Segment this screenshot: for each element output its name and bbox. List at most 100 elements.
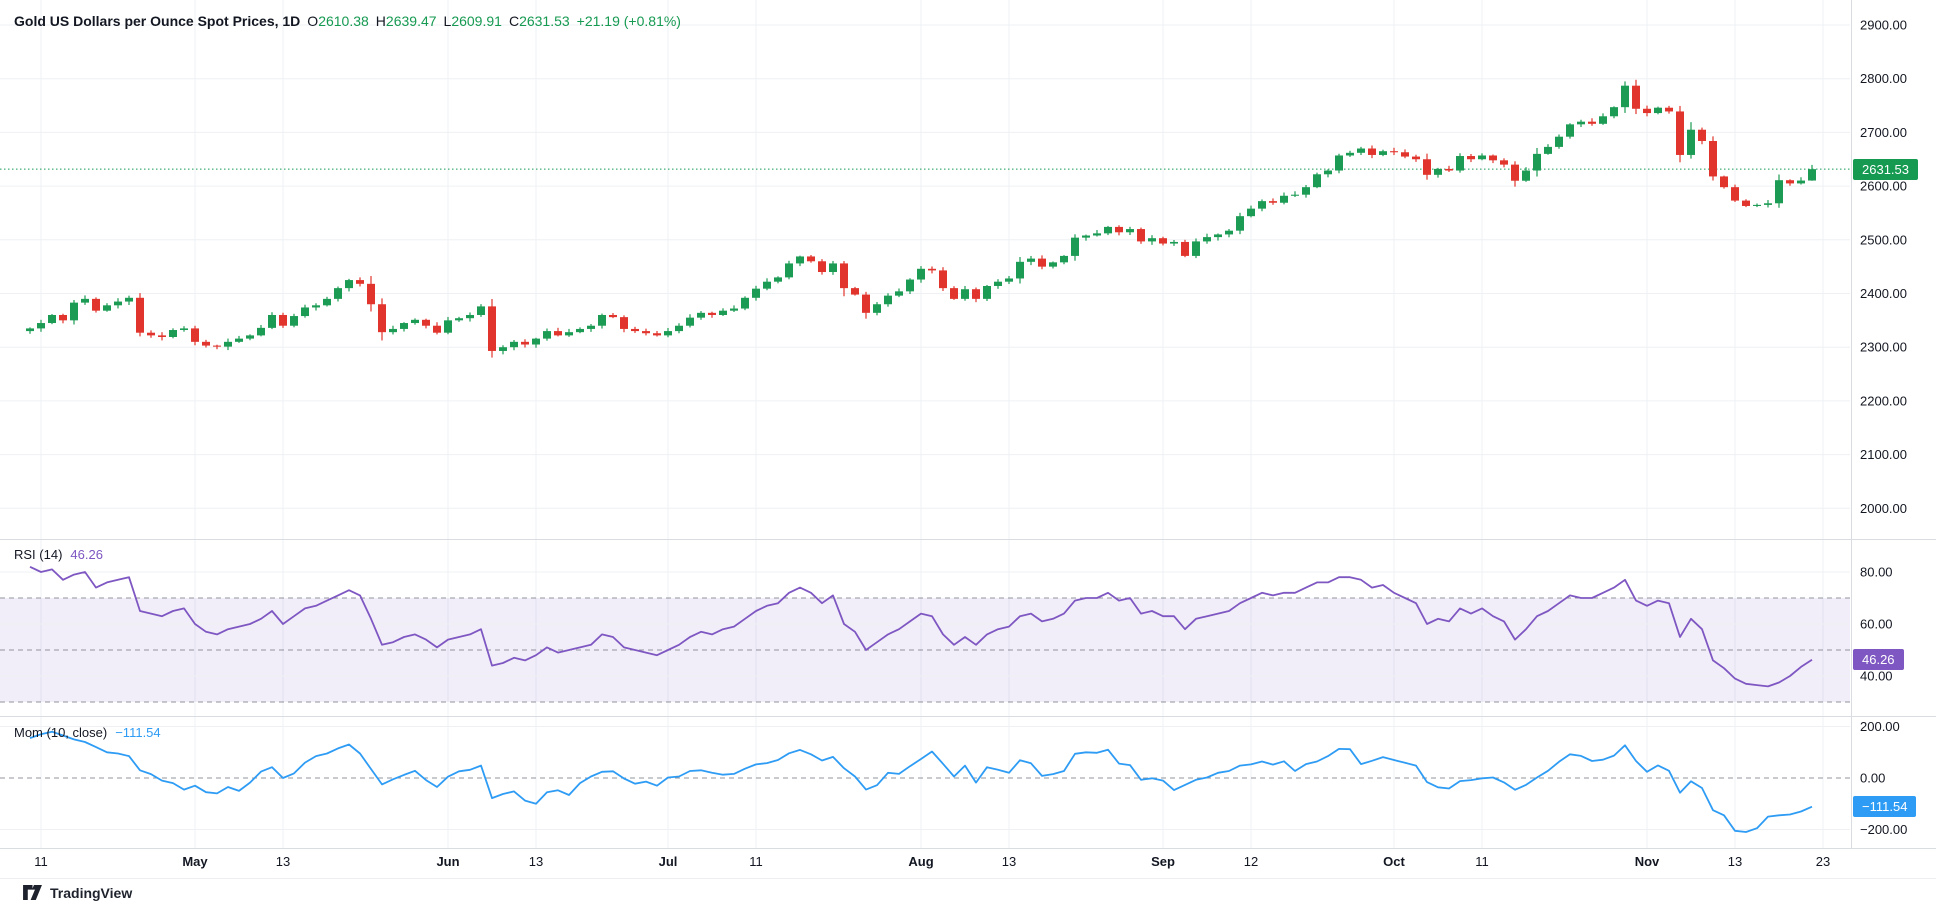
candle-body	[1764, 203, 1772, 205]
candle-body	[1225, 231, 1233, 235]
candle-body	[367, 284, 375, 304]
candle-body	[202, 342, 210, 346]
candle-body	[1412, 157, 1420, 160]
candle-body	[1533, 154, 1541, 171]
candle-body	[1709, 141, 1717, 176]
candle-body	[928, 269, 936, 271]
mom-legend-name: Mom (10, close)	[14, 725, 107, 740]
candle-body	[246, 335, 254, 338]
candle-body	[741, 298, 749, 309]
candle-body	[796, 256, 804, 263]
candle-body	[1555, 137, 1563, 147]
candle-body	[378, 304, 386, 332]
candle-body	[807, 256, 815, 261]
candle-body	[686, 318, 694, 326]
candle-body	[268, 315, 276, 328]
candle-body	[1577, 122, 1585, 125]
candle-body	[1742, 201, 1750, 206]
candle-body	[1489, 155, 1497, 160]
candle-body	[1467, 156, 1475, 159]
candle-body	[543, 331, 551, 339]
ohlc-open: O2610.38	[307, 13, 369, 29]
candle-body	[1511, 165, 1519, 181]
last-price-badge: 2631.53	[1853, 159, 1918, 180]
candle-body	[1192, 241, 1200, 255]
candle-body	[1731, 187, 1739, 200]
candle-body	[1390, 151, 1398, 152]
candle-body	[1379, 151, 1387, 155]
candle-body	[37, 323, 45, 328]
candle-body	[1335, 155, 1343, 170]
ohlc-low: L2609.91	[444, 13, 502, 29]
candle-body	[895, 291, 903, 295]
candle-body	[1698, 130, 1706, 141]
candle-body	[235, 339, 243, 342]
candle-body	[1544, 147, 1552, 154]
candle-body	[1808, 169, 1816, 180]
candle-body	[1159, 238, 1167, 243]
candle-body	[1027, 259, 1035, 262]
mom-value-badge: −111.54	[1853, 796, 1916, 817]
candle-body	[1775, 180, 1783, 203]
rsi-legend-value: 46.26	[70, 547, 103, 562]
candle-body	[70, 303, 78, 321]
candle-body	[719, 311, 727, 315]
candle-body	[664, 331, 672, 335]
candle-body	[1247, 209, 1255, 217]
candle-body	[290, 316, 298, 326]
candle-body	[1170, 242, 1178, 244]
candle-body	[774, 277, 782, 281]
candle-body	[1324, 171, 1332, 175]
candle-body	[1621, 86, 1629, 107]
candle-body	[103, 305, 111, 310]
candle-body	[1643, 109, 1651, 113]
candle-body	[1302, 187, 1310, 195]
candle-body	[1478, 155, 1486, 159]
candle-body	[763, 282, 771, 289]
candle-body	[950, 288, 958, 299]
candle-body	[510, 342, 518, 347]
mom-legend[interactable]: Mom (10, close) −111.54	[14, 725, 161, 740]
candle-body	[906, 280, 914, 292]
candle-body	[939, 270, 947, 288]
candle-body	[312, 305, 320, 307]
candle-body	[1148, 238, 1156, 241]
candle-body	[455, 318, 463, 320]
candle-body	[1049, 262, 1057, 266]
candle-body	[224, 342, 232, 347]
candle-body	[785, 263, 793, 277]
candle-body	[752, 289, 760, 298]
candle-body	[59, 315, 67, 320]
candle-body	[147, 333, 155, 336]
tradingview-logo[interactable]: TradingView	[22, 884, 132, 901]
candle-body	[1214, 234, 1222, 237]
ohlc-close: C2631.53	[509, 13, 570, 29]
candle-body	[1093, 233, 1101, 235]
candle-body	[411, 320, 419, 323]
candle-body	[862, 295, 870, 313]
candle-body	[114, 302, 122, 306]
time-axis[interactable]	[0, 849, 1936, 878]
symbol-legend[interactable]: Gold US Dollars per Ounce Spot Prices, 1…	[14, 13, 681, 29]
chart-canvas[interactable]: 11May13Jun13Jul11Aug13Sep12Oct11Nov13232…	[0, 0, 1936, 910]
rsi-band	[0, 598, 1850, 702]
change-value: +21.19 (+0.81%)	[577, 13, 681, 29]
candle-body	[1357, 149, 1365, 153]
candle-body	[653, 333, 661, 335]
candle-body	[1522, 171, 1530, 181]
candle-body	[1104, 227, 1112, 233]
candle-body	[356, 280, 364, 284]
candle-body	[532, 339, 540, 345]
candle-body	[917, 269, 925, 280]
candle-body	[1401, 152, 1409, 156]
candle-body	[389, 329, 397, 332]
price-axis[interactable]	[1852, 0, 1936, 848]
candle-body	[983, 286, 991, 299]
rsi-legend[interactable]: RSI (14) 46.26	[14, 547, 103, 562]
candle-body	[334, 288, 342, 299]
candle-body	[675, 326, 683, 331]
candle-body	[1665, 108, 1673, 112]
symbol-title: Gold US Dollars per Ounce Spot Prices, 1…	[14, 13, 300, 29]
candle-body	[301, 307, 309, 316]
candle-body	[1423, 159, 1431, 175]
